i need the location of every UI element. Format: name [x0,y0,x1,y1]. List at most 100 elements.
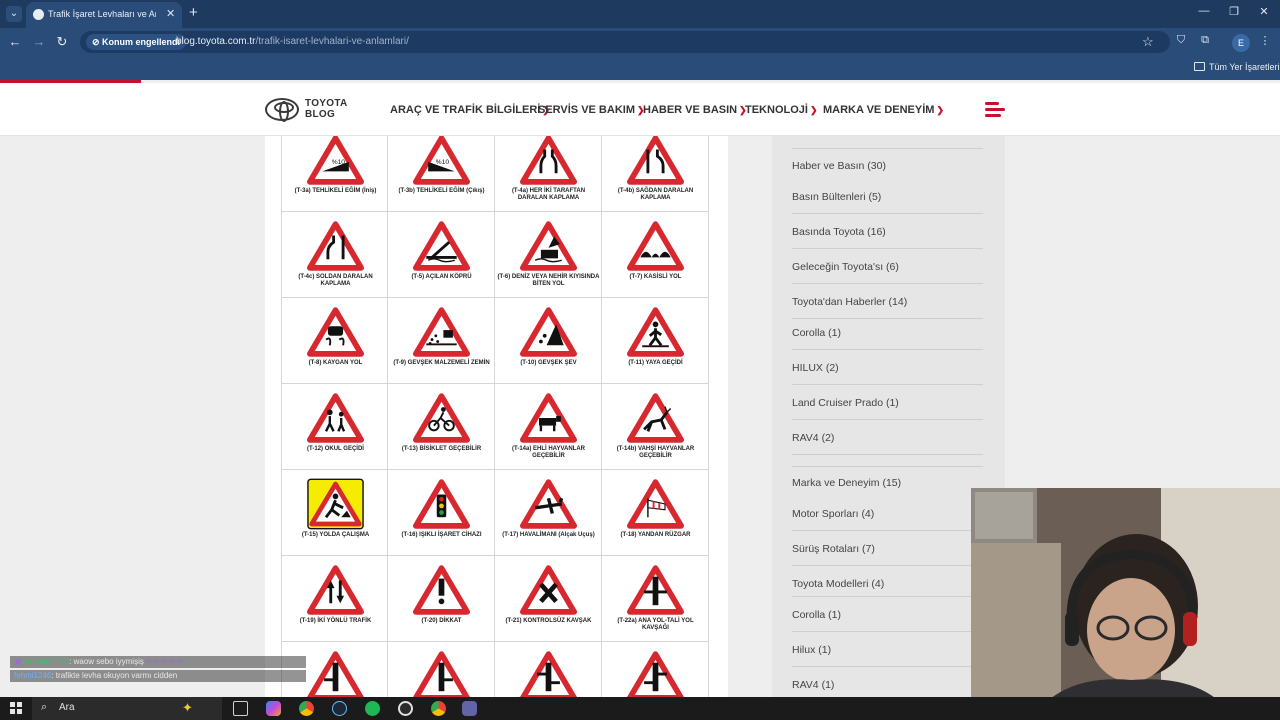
forward-icon[interactable]: → [30,34,48,49]
toyota-logo-icon[interactable] [265,98,299,122]
road-narrows-left-icon [307,221,364,271]
sidebar-divider [792,596,983,597]
sparkle-icon: ✦ [182,700,193,715]
sign-caption: (T-21) KONTROLSÜZ KAVŞAK [505,618,592,624]
sidebar-category-link[interactable]: Hilux (1) [792,644,983,656]
sidebar-category-link[interactable]: RAV4 (2) [792,432,983,444]
location-blocked-chip[interactable]: ⊘ Konum engellendi [86,34,187,50]
folder-icon [1194,62,1205,71]
minimize-icon[interactable]: — [1194,5,1214,17]
steam-icon[interactable] [332,701,347,716]
sidebar-category-link[interactable]: Basında Toyota (16) [792,226,983,238]
nav-marka-ve-deneyim[interactable]: MARKA VE DENEYİM ❯ [823,104,944,116]
airplane-icon [520,479,577,529]
hamburger-menu-icon[interactable] [985,102,1005,118]
windows-start-icon[interactable] [10,702,22,714]
sign-cell: (T-18) YANDAN RÜZGAR [602,470,709,556]
location-blocked-icon: ⊘ [92,37,103,47]
nav-haber-ve-basin[interactable]: HABER VE BASIN ❯ [643,104,747,116]
sign-caption: (T-16) IŞIKLI İŞARET CİHAZI [401,532,482,538]
sidebar-category-link[interactable]: Land Cruiser Prado (1) [792,397,983,409]
sign-cell: %10 (T-3a) TEHLİKELİ EĞİM (İniş) [281,136,388,212]
nav-teknoloji[interactable]: TEKNOLOJİ ❯ [745,104,818,116]
sign-caption: (T-4b) SAĞDAN DARALAN KAPLAMA [617,188,694,201]
back-icon[interactable]: ← [6,34,24,49]
crosswind-icon [627,479,684,529]
extensions-icon[interactable]: ⧉ [1196,34,1214,47]
bicycle-icon [413,393,470,443]
window-close-icon[interactable]: ✕ [1254,5,1274,18]
sign-caption: (T-19) İKİ YÖNLÜ TRAFİK [299,618,372,624]
sign-cell: (T-6) DENİZ VEYA NEHİR KIYISINDA BİTEN Y… [495,212,602,298]
steep-ascent-icon: %10 [413,136,470,185]
sign-cell: (T-5) AÇILAN KÖPRÜ [388,212,495,298]
sidebar-divider [792,530,983,531]
sidebar-divider [792,384,983,385]
sign-caption: (T-3a) TEHLİKELİ EĞİM (İniş) [294,188,377,194]
bookmarks-bar [0,56,1280,80]
main-road-crossing-icon [627,565,684,615]
sidebar-category-link[interactable]: Toyota'dan Haberler (14) [792,296,983,308]
sidebar-divider [792,454,983,455]
sidebar-divider [792,283,983,284]
more-menu-icon[interactable]: ⋮ [1256,34,1274,47]
profile-avatar[interactable]: E [1232,34,1250,52]
nav-servis-ve-bakim[interactable]: SERVİS VE BAKIM ❯ [538,104,645,116]
sidebar-divider [792,148,983,149]
copilot-icon[interactable] [266,701,281,716]
side-road-left-icon [307,651,364,697]
obs-icon[interactable] [398,701,413,716]
browser-tab[interactable]: Trafik İşaret Levhaları ve Anlamları ✕ [26,2,182,28]
close-tab-icon[interactable]: ✕ [166,7,175,20]
sidebar-category-link[interactable]: RAV4 (1) [792,679,983,691]
url-text[interactable]: blog.toyota.com.tr/trafik-isaret-levhala… [176,36,409,47]
svg-text:%10: %10 [436,159,450,166]
taskbar-search[interactable]: ⌕ Ara ✦ [32,697,222,720]
site-header: TOYOTA BLOG ARAÇ VE TRAFİK BİLGİLERİ ❯ SE… [0,83,1280,136]
sidebar-category-link[interactable]: Basın Bültenleri (5) [792,191,983,203]
sidebar-category-link[interactable]: Sürüş Rotaları (7) [792,543,983,555]
restore-icon[interactable]: ❐ [1224,5,1244,18]
sign-cell: (T-4a) HER İKİ TARAFTAN DARALAN KAPLAMA [495,136,602,212]
pedestrian-crossing-icon [627,307,684,357]
road-narrows-right-icon [627,136,684,185]
sign-cell: (T-15) YOLDA ÇALIŞMA [281,470,388,556]
sidebar-category-link[interactable]: Marka ve Deneyim (15) [792,477,983,489]
sidebar-category-link[interactable]: Toyota Modelleri (4) [792,578,983,590]
sign-cell: %10 (T-3b) TEHLİKELİ EĞİM (Çıkış) [388,136,495,212]
chrome-icon[interactable] [299,701,314,716]
sidebar-category-link[interactable]: Haber ve Basın (30) [792,160,983,172]
road-narrows-both-icon [520,136,577,185]
tab-search-button[interactable]: ⌄ [6,6,22,22]
sign-caption: (T-15) YOLDA ÇALIŞMA [301,532,370,538]
chat-message: ▣ senabennicb: waow sebo iyymişiş •• •• … [10,656,306,668]
reload-icon[interactable]: ↻ [53,34,71,50]
sidebar-category-link[interactable]: Geleceğin Toyota'sı (6) [792,261,983,273]
sidebar-category-link[interactable]: Corolla (1) [792,609,983,621]
chrome-profile-icon[interactable] [431,701,446,716]
nav-arac-ve-trafik[interactable]: ARAÇ VE TRAFİK BİLGİLERİ ❯ [390,104,550,116]
sidebar-category-link[interactable]: HILUX (2) [792,362,983,374]
task-view-icon[interactable] [233,701,248,716]
two-way-traffic-icon [307,565,364,615]
sign-caption: (T-14a) EHLİ HAYVANLAR GEÇEBİLİR [511,446,585,459]
new-tab-icon[interactable]: + [189,4,198,21]
svg-text:%10: %10 [332,159,346,166]
sign-cell: (T-21) KONTROLSÜZ KAVŞAK [495,556,602,642]
chevron-down-icon: ❯ [809,105,818,115]
site-logo-text[interactable]: TOYOTA BLOG [305,98,348,120]
falling-rocks-icon [520,307,577,357]
bookmark-star-icon[interactable]: ☆ [1142,34,1154,50]
sidebar-divider [792,419,983,420]
spotify-icon[interactable] [365,701,380,716]
sign-cell: (T-14a) EHLİ HAYVANLAR GEÇEBİLİR [495,384,602,470]
shield-icon[interactable]: ⛉ [1172,34,1190,47]
sign-cell: (T-16) IŞIKLI İŞARET CİHAZI [388,470,495,556]
sign-caption: (T-9) GEVŞEK MALZEMELİ ZEMİN [393,360,490,366]
sidebar-category-link[interactable]: Corolla (1) [792,327,983,339]
sidebar-category-link[interactable]: Motor Sporları (4) [792,508,983,520]
all-bookmarks-link[interactable]: Tüm Yer İşaretleri [1209,62,1280,72]
sign-caption: (T-18) YANDAN RÜZGAR [620,532,691,538]
address-bar[interactable]: ⊘ Konum engellendi blog.toyota.com.tr/tr… [80,31,1170,53]
teams-icon[interactable] [462,701,477,716]
